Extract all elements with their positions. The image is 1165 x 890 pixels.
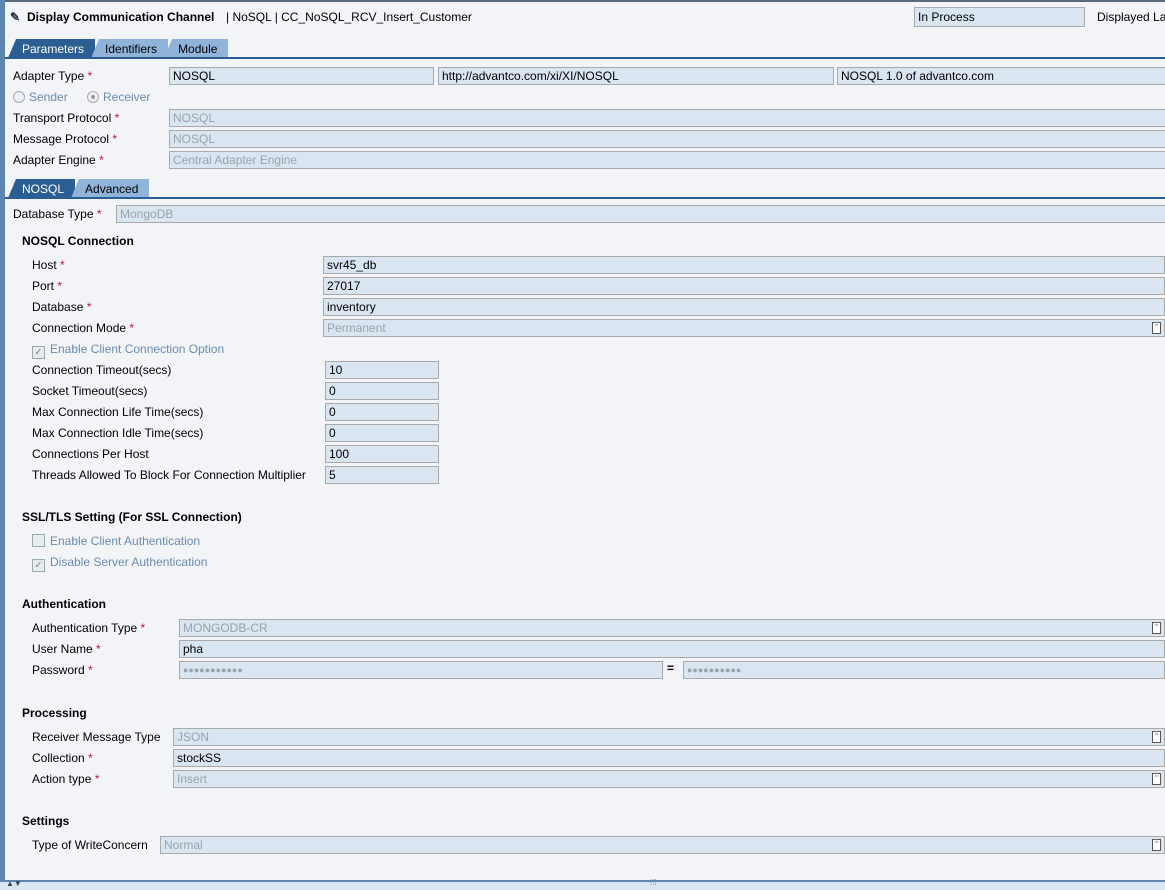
enable-client-connection-checkbox[interactable]: ✓ Enable Client Connection Option xyxy=(32,342,224,359)
collection-field[interactable]: stockSS xyxy=(173,749,1165,767)
settings-heading: Settings xyxy=(22,814,70,828)
collapse-arrows-icon[interactable]: ▲▼ xyxy=(6,879,22,888)
dropdown-icon: ≡ xyxy=(1152,621,1161,634)
host-label: Host * xyxy=(32,258,65,272)
dropdown-icon: ≡ xyxy=(1152,730,1161,743)
status-field: In Process xyxy=(914,7,1085,27)
password-confirm-field[interactable]: ●●●●●●●●●● xyxy=(683,661,1165,679)
adapter-engine-field[interactable]: Central Adapter Engine xyxy=(169,151,1165,169)
message-protocol-field[interactable]: NOSQL xyxy=(169,130,1165,148)
write-concern-label: Type of WriteConcern xyxy=(32,838,148,852)
adapter-type-field[interactable]: NOSQL xyxy=(169,67,434,85)
adapter-engine-label: Adapter Engine * xyxy=(13,153,104,167)
splitter-grip-icon[interactable]: ⁞⁞⁞ xyxy=(650,878,657,887)
adapter-namespace-field[interactable]: http://advantco.com/xi/XI/NOSQL xyxy=(438,67,834,85)
bottom-splitter[interactable]: ▲▼ ⁞⁞⁞ xyxy=(0,878,1165,890)
page-title: ✎ Display Communication Channel xyxy=(10,10,214,24)
transport-field[interactable]: NOSQL xyxy=(169,109,1165,127)
title-text: Display Communication Channel xyxy=(27,10,215,24)
tab-parameters[interactable]: Parameters xyxy=(8,39,96,58)
message-protocol-label: Message Protocol * xyxy=(13,132,118,146)
database-type-label: Database Type * xyxy=(13,207,102,221)
sub-tabs: NOSQL Advanced xyxy=(8,179,150,198)
database-field[interactable]: inventory xyxy=(323,298,1165,316)
action-type-label: Action type * xyxy=(32,772,100,786)
max-life-label: Max Connection Life Time(secs) xyxy=(32,405,204,419)
max-life-field[interactable]: 0 xyxy=(325,403,439,421)
enable-client-auth-checkbox[interactable]: Enable Client Authentication xyxy=(32,534,200,548)
conn-per-host-label: Connections Per Host xyxy=(32,447,149,461)
port-field[interactable]: 27017 xyxy=(323,277,1165,295)
max-idle-label: Max Connection Idle Time(secs) xyxy=(32,426,204,440)
collection-label: Collection * xyxy=(32,751,93,765)
transport-label: Transport Protocol * xyxy=(13,111,120,125)
adapter-type-label: Adapter Type * xyxy=(13,69,93,83)
checkbox-checked-icon: ✓ xyxy=(32,346,45,359)
auth-type-label: Authentication Type * xyxy=(32,621,146,635)
socket-timeout-field[interactable]: 0 xyxy=(325,382,439,400)
left-border xyxy=(0,0,5,890)
connection-mode-label: Connection Mode * xyxy=(32,321,135,335)
port-label: Port * xyxy=(32,279,63,293)
threads-multiplier-label: Threads Allowed To Block For Connection … xyxy=(32,468,306,482)
connection-mode-select[interactable]: Permanent ≡ xyxy=(323,319,1165,337)
adapter-version-field[interactable]: NOSQL 1.0 of advantco.com xyxy=(837,67,1165,85)
checkbox-checked-icon: ✓ xyxy=(32,559,45,572)
message-type-select[interactable]: JSON ≡ xyxy=(173,728,1165,746)
radio-icon xyxy=(13,91,25,103)
channel-plug-icon: ✎ xyxy=(10,10,21,24)
checkbox-icon xyxy=(32,534,45,547)
authentication-heading: Authentication xyxy=(22,597,106,611)
tab-nosql[interactable]: NOSQL xyxy=(8,179,76,198)
username-label: User Name * xyxy=(32,642,101,656)
main-tabs: Parameters Identifiers Module xyxy=(8,39,229,58)
tab-advanced[interactable]: Advanced xyxy=(71,179,150,198)
top-border xyxy=(0,0,1165,2)
password-equals: = xyxy=(667,661,675,675)
nosql-connection-heading: NOSQL Connection xyxy=(22,234,134,248)
subtab-divider xyxy=(5,197,1165,199)
dropdown-icon: ≡ xyxy=(1152,838,1161,851)
password-label: Password * xyxy=(32,663,93,677)
threads-multiplier-field[interactable]: 5 xyxy=(325,466,439,484)
disable-server-auth-checkbox[interactable]: ✓ Disable Server Authentication xyxy=(32,555,207,572)
radio-selected-icon xyxy=(87,91,99,103)
conn-per-host-field[interactable]: 100 xyxy=(325,445,439,463)
write-concern-select[interactable]: Normal ≡ xyxy=(160,836,1165,854)
database-label: Database * xyxy=(32,300,92,314)
tab-module[interactable]: Module xyxy=(164,39,229,58)
tab-identifiers[interactable]: Identifiers xyxy=(91,39,169,58)
socket-timeout-label: Socket Timeout(secs) xyxy=(32,384,148,398)
username-field[interactable]: pha xyxy=(179,640,1165,658)
dropdown-icon: ≡ xyxy=(1152,321,1161,334)
conn-timeout-field[interactable]: 10 xyxy=(325,361,439,379)
auth-type-select[interactable]: MONGODB-CR ≡ xyxy=(179,619,1165,637)
processing-heading: Processing xyxy=(22,706,87,720)
receiver-radio[interactable]: Receiver xyxy=(87,90,150,104)
displayed-label: Displayed La xyxy=(1097,10,1165,24)
tab-divider xyxy=(5,57,1165,59)
password-field[interactable]: ●●●●●●●●●●● xyxy=(179,661,663,679)
sender-radio[interactable]: Sender xyxy=(13,90,68,104)
conn-timeout-label: Connection Timeout(secs) xyxy=(32,363,172,377)
max-idle-field[interactable]: 0 xyxy=(325,424,439,442)
channel-subtitle: | NoSQL | CC_NoSQL_RCV_Insert_Customer xyxy=(226,10,472,24)
message-type-label: Receiver Message Type xyxy=(32,730,161,744)
host-field[interactable]: svr45_db xyxy=(323,256,1165,274)
dropdown-icon: ≡ xyxy=(1152,772,1161,785)
action-type-select[interactable]: Insert ≡ xyxy=(173,770,1165,788)
ssl-heading: SSL/TLS Setting (For SSL Connection) xyxy=(22,510,242,524)
database-type-field[interactable]: MongoDB xyxy=(116,205,1165,223)
